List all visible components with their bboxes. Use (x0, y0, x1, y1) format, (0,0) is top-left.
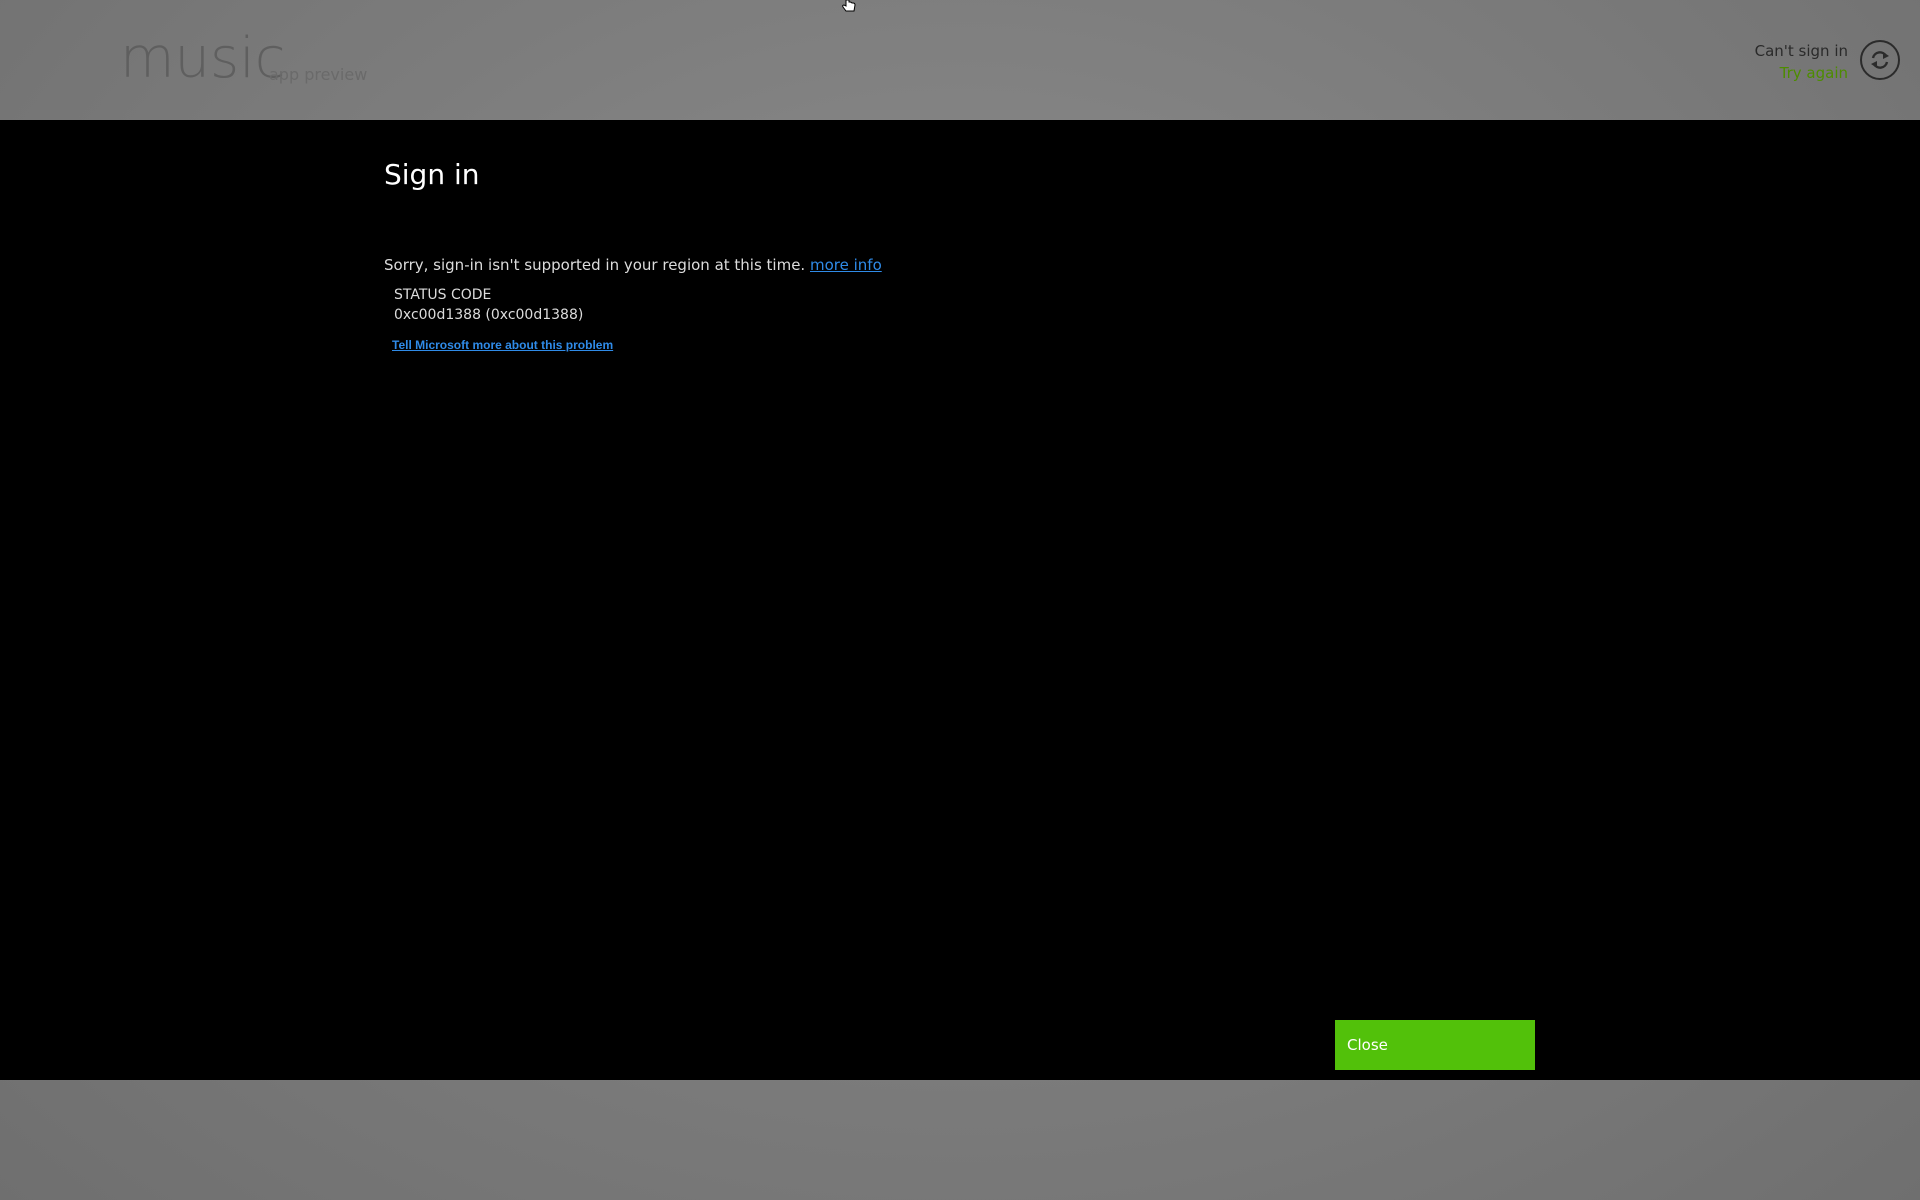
status-code-label: STATUS CODE (394, 287, 492, 303)
cant-sign-in-text: Can't sign in (1754, 42, 1848, 60)
close-button[interactable]: Close (1335, 1020, 1535, 1070)
app-subtitle: app preview (269, 65, 368, 84)
status-code-value: 0xc00d1388 (0xc00d1388) (394, 307, 584, 323)
signin-dialog: Sign in Sorry, sign-in isn't supported i… (0, 120, 1920, 1080)
error-message: Sorry, sign-in isn't supported in your r… (384, 256, 882, 274)
refresh-icon[interactable] (1860, 40, 1900, 80)
hand-cursor-icon (842, 0, 856, 12)
more-info-link[interactable]: more info (810, 256, 882, 274)
app-title: music (120, 26, 286, 91)
tell-microsoft-link[interactable]: Tell Microsoft more about this problem (392, 338, 613, 352)
dialog-title: Sign in (384, 158, 480, 191)
try-again-link[interactable]: Try again (1755, 64, 1848, 82)
error-message-text: Sorry, sign-in isn't supported in your r… (384, 256, 806, 274)
signin-status: Can't sign in Try again (1755, 42, 1848, 82)
app-header: music app preview Can't sign in Try agai… (0, 0, 1920, 120)
